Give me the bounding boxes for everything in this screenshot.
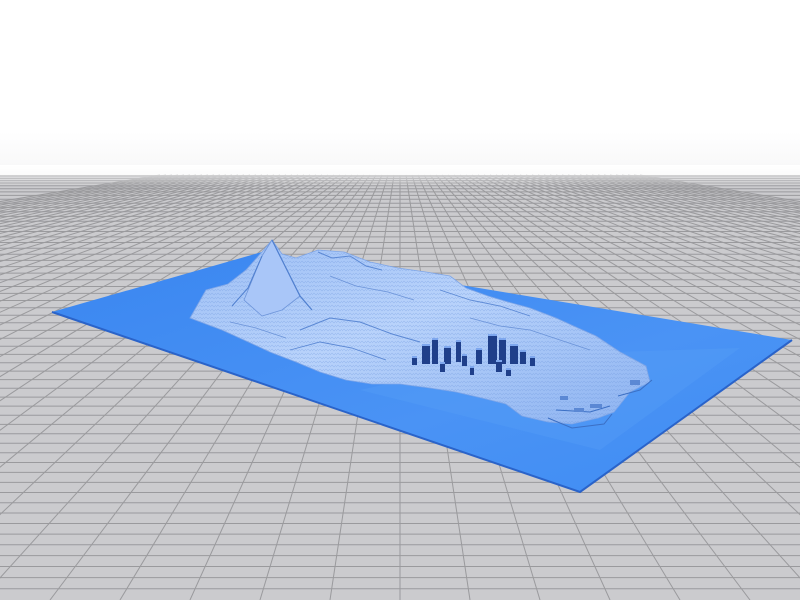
building [510,344,518,364]
building-roof [499,338,506,340]
building-roof [510,344,518,346]
building-roof [496,360,502,362]
building-roof [470,366,474,368]
building [422,344,430,364]
building-roof [440,362,445,364]
building-roof [506,368,511,370]
building-roof [520,350,526,352]
building-roof [462,354,467,356]
building-roof [432,338,438,340]
building [456,340,461,362]
building [476,348,482,364]
building [488,334,497,364]
building-roof [412,356,417,358]
building [520,350,526,364]
building-roof [476,348,482,350]
building-roof [422,344,430,346]
building [444,346,451,364]
building-roof [530,356,535,358]
building-roof [488,334,497,336]
building [432,338,438,364]
building-roof [444,346,451,348]
scene-canvas [0,165,800,600]
3d-viewport[interactable] [0,0,800,600]
building-roof [456,340,461,342]
